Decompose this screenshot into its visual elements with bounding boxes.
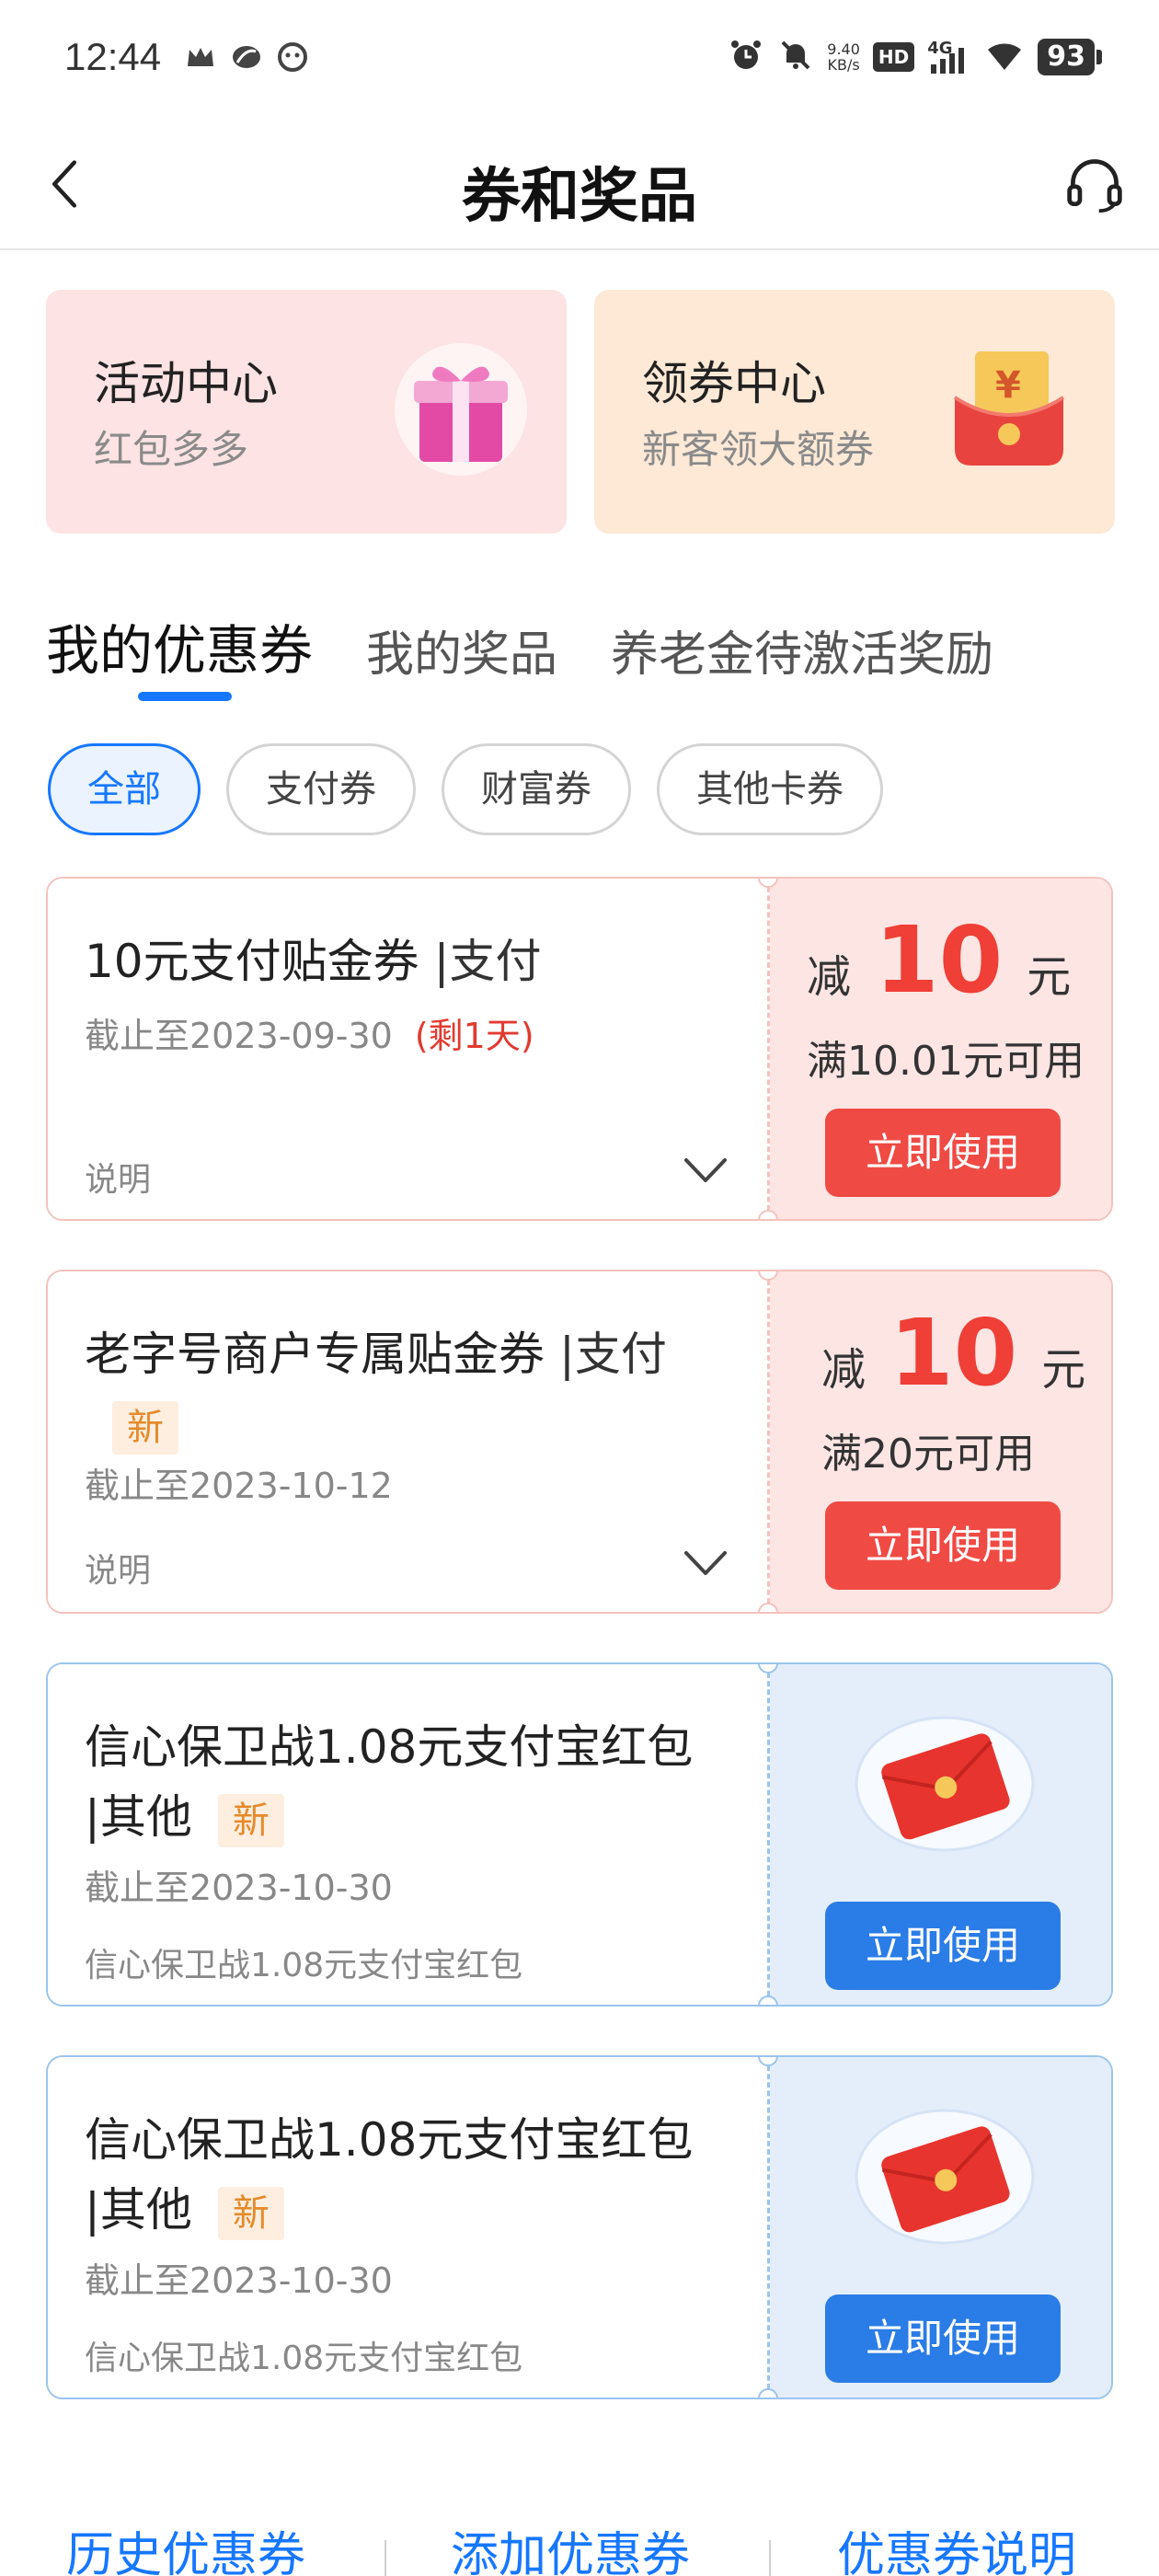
use-now-button[interactable]: 立即使用	[825, 1902, 1061, 1990]
coupon-expiry: 截止至2023-10-30	[85, 2260, 393, 2301]
gift-box-icon	[395, 343, 527, 476]
coupon-expiry: 截止至2023-09-30 (剩1天)	[85, 1016, 534, 1056]
coupon-expiry: 截止至2023-10-30	[85, 1868, 393, 1908]
alarm-icon	[728, 37, 764, 77]
red-packet-icon	[855, 1716, 1035, 1852]
status-bar: 12:44 9.40 KB/s HD 4G 93	[0, 0, 1159, 120]
filter-all[interactable]: 全部	[48, 743, 201, 835]
coupon-category: |其他	[85, 2183, 192, 2237]
bot-icon	[276, 40, 309, 77]
coupon-card[interactable]: 信心保卫战1.08元支付宝红包 |其他新 截止至2023-10-30 信心保卫战1…	[46, 1662, 1113, 2007]
coupon-title: 信心保卫战1.08元支付宝红包 |其他新	[85, 1712, 747, 1852]
status-time: 12:44	[64, 35, 162, 78]
mute-bell-icon	[777, 37, 814, 77]
usage-threshold: 满20元可用	[821, 1431, 1035, 1478]
coupon-card[interactable]: 老字号商户专属贴金券 |支付新 截止至2023-10-12 说明 减 10 元 满…	[46, 1270, 1113, 1614]
red-packet-icon	[855, 2109, 1035, 2245]
crown-icon	[184, 40, 217, 77]
new-badge: 新	[217, 1793, 284, 1847]
hd-icon: HD	[872, 42, 915, 72]
tab-my-coupons[interactable]: 我的优惠券	[46, 607, 313, 684]
coupon-expiry: 截止至2023-10-12	[85, 1466, 393, 1506]
new-badge: 新	[217, 2186, 284, 2240]
coupon-card[interactable]: 信心保卫战1.08元支付宝红包 |其他新 截止至2023-10-30 信心保卫战1…	[46, 2055, 1113, 2399]
active-tab-indicator	[138, 692, 232, 701]
history-coupons-link[interactable]: 历史优惠券	[66, 2516, 305, 2576]
coupon-rules-link[interactable]: 优惠券说明	[837, 2516, 1076, 2576]
promo-subtitle: 红包多多	[94, 427, 249, 472]
red-envelope-icon: ¥	[953, 351, 1065, 466]
coupon-category: |支付	[433, 935, 542, 988]
coupon-description-toggle[interactable]: 说明	[85, 1153, 151, 1201]
tab-pension-rewards[interactable]: 养老金待激活奖励	[611, 615, 993, 684]
cellular-signal-icon: 4G	[927, 39, 971, 75]
filter-payment[interactable]: 支付券	[226, 743, 416, 835]
wifi-icon	[984, 37, 1025, 77]
activity-center-card[interactable]: 活动中心 红包多多	[46, 290, 567, 534]
promo-subtitle: 新客领大额券	[642, 427, 875, 472]
coupon-description-toggle[interactable]: 说明	[85, 1544, 151, 1592]
usage-threshold: 满10.01元可用	[807, 1038, 1084, 1085]
svg-text:¥: ¥	[995, 364, 1021, 407]
add-coupon-link[interactable]: 添加优惠券	[451, 2516, 690, 2576]
customer-service-button[interactable]	[1058, 147, 1131, 221]
battery-indicator: 93	[1038, 39, 1102, 75]
chevron-down-icon[interactable]	[683, 1549, 729, 1577]
discount-amount: 减 10 元	[821, 1299, 1086, 1407]
filter-chips: 全部 支付券 财富券 其他卡券	[48, 743, 883, 835]
use-now-button[interactable]: 立即使用	[825, 1109, 1061, 1197]
headset-icon	[1067, 159, 1122, 213]
discount-amount: 减 10 元	[807, 906, 1072, 1014]
new-badge: 新	[112, 1400, 178, 1455]
tab-my-prizes[interactable]: 我的奖品	[366, 615, 557, 684]
coupon-description: 信心保卫战1.08元支付宝红包	[85, 1947, 523, 1984]
filter-wealth[interactable]: 财富券	[442, 743, 631, 835]
coupon-category: |支付	[559, 1328, 667, 1381]
coupon-card[interactable]: 10元支付贴金券 |支付 截止至2023-09-30 (剩1天) 说明 减 10 元…	[46, 877, 1113, 1221]
coupon-center-card[interactable]: 领券中心 新客领大额券 ¥	[594, 290, 1115, 534]
promo-title: 活动中心	[94, 357, 278, 410]
use-now-button[interactable]: 立即使用	[825, 1501, 1061, 1590]
promo-title: 领券中心	[642, 357, 826, 410]
coupon-tabs: 我的优惠券 我的奖品 养老金待激活奖励	[46, 607, 1047, 684]
days-remaining: (剩1天)	[414, 1016, 534, 1056]
coupon-title: 老字号商户专属贴金券 |支付新	[85, 1319, 747, 1459]
network-speed: 9.40 KB/s	[827, 40, 860, 74]
coupon-category: |其他	[85, 1790, 192, 1844]
filter-other-cards[interactable]: 其他卡券	[657, 743, 883, 835]
bottom-links: 历史优惠券 添加优惠券 优惠券说明	[0, 2516, 1159, 2576]
coupon-title: 10元支付贴金券 |支付	[85, 935, 542, 988]
nav-bar: 券和奖品	[0, 120, 1159, 250]
chevron-down-icon[interactable]	[683, 1156, 729, 1184]
page-title: 券和奖品	[462, 163, 697, 231]
coupon-description: 信心保卫战1.08元支付宝红包	[85, 2340, 523, 2377]
use-now-button[interactable]: 立即使用	[825, 2294, 1061, 2383]
coupon-title: 信心保卫战1.08元支付宝红包 |其他新	[85, 2105, 747, 2245]
app-leaf-icon	[230, 40, 263, 77]
